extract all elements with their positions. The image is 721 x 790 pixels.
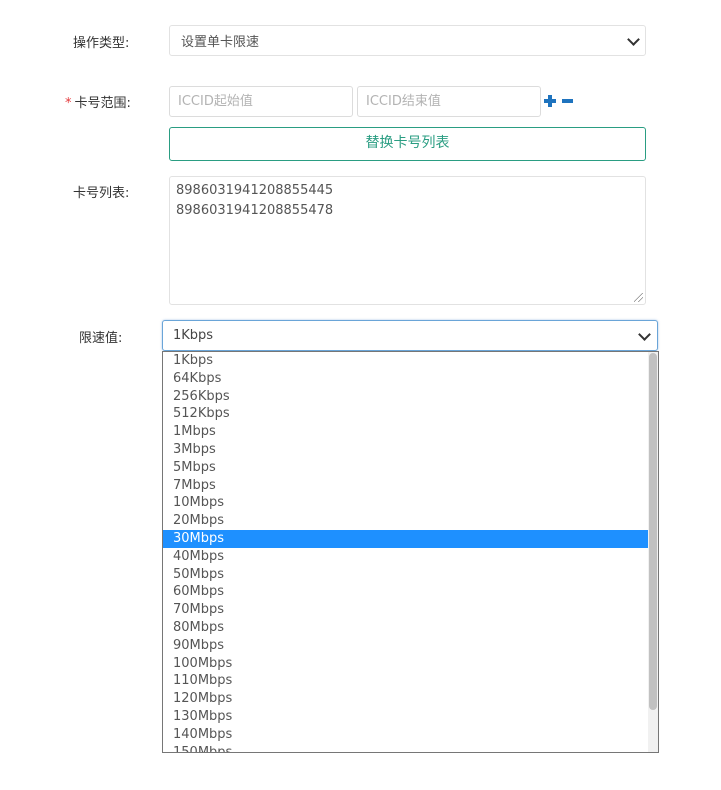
speed-limit-label: 限速值: xyxy=(79,331,123,346)
replace-card-list-button[interactable]: 替换卡号列表 xyxy=(169,127,646,161)
speed-limit-select[interactable]: 1Kbps xyxy=(162,320,658,351)
card-range-label-row: * 卡号范围: xyxy=(65,92,131,111)
speed-option[interactable]: 1Kbps xyxy=(163,352,649,370)
speed-option[interactable]: 30Mbps xyxy=(163,529,649,548)
limit-speed-form: 操作类型: 设置单卡限速 *卡号范围: 替换卡号列表 卡号列表: 8986031… xyxy=(0,0,721,790)
speed-options-list: 1Kbps 64Kbps 256Kbps 512Kbps 1Mbps 3Mbps 5Mbps… xyxy=(163,352,649,752)
required-mark: * xyxy=(65,96,72,111)
speed-option[interactable]: 150Mbps xyxy=(163,744,649,752)
speed-option[interactable]: 50Mbps xyxy=(163,566,649,584)
operation-type-label: 操作类型: xyxy=(73,36,130,51)
operation-type-select[interactable]: 设置单卡限速 xyxy=(169,25,646,56)
operation-type-value: 设置单卡限速 xyxy=(181,35,260,50)
minus-icon[interactable] xyxy=(562,95,574,107)
speed-option[interactable]: 90Mbps xyxy=(163,637,649,655)
speed-option[interactable]: 110Mbps xyxy=(163,672,649,690)
speed-option[interactable]: 5Mbps xyxy=(163,459,649,477)
speed-option[interactable]: 20Mbps xyxy=(163,512,649,530)
speed-option[interactable]: 3Mbps xyxy=(163,441,649,459)
speed-option[interactable]: 140Mbps xyxy=(163,726,649,744)
speed-option[interactable]: 7Mbps xyxy=(163,477,649,495)
speed-limit-value: 1Kbps xyxy=(173,328,214,343)
card-range-label: 卡号范围: xyxy=(74,96,131,111)
speed-option[interactable]: 70Mbps xyxy=(163,601,649,619)
plus-icon[interactable] xyxy=(544,95,556,107)
speed-option[interactable]: 512Kbps xyxy=(163,405,649,423)
speed-option[interactable]: 100Mbps xyxy=(163,655,649,673)
iccid-start-input[interactable] xyxy=(169,86,353,117)
card-list-line: 8986031941208855478 xyxy=(176,203,334,218)
speed-option[interactable]: 130Mbps xyxy=(163,708,649,726)
chevron-down-icon xyxy=(627,32,640,46)
speed-option[interactable]: 60Mbps xyxy=(163,583,649,601)
speed-option[interactable]: 40Mbps xyxy=(163,548,649,566)
card-list-label: 卡号列表: xyxy=(73,186,130,201)
scrollbar-thumb[interactable] xyxy=(649,353,657,710)
resize-grip-icon[interactable] xyxy=(634,293,643,302)
speed-option[interactable]: 1Mbps xyxy=(163,423,649,441)
speed-option[interactable]: 80Mbps xyxy=(163,619,649,637)
chevron-down-icon xyxy=(638,327,651,341)
speed-option[interactable]: 10Mbps xyxy=(163,494,649,512)
card-list-textarea[interactable]: 8986031941208855445 8986031941208855478 xyxy=(169,176,646,305)
iccid-end-input[interactable] xyxy=(357,86,541,117)
card-list-line: 8986031941208855445 xyxy=(176,183,334,198)
speed-limit-dropdown[interactable]: 1Kbps 64Kbps 256Kbps 512Kbps 1Mbps 3Mbps 5Mbps… xyxy=(162,351,659,753)
speed-option[interactable]: 256Kbps xyxy=(163,388,649,406)
speed-option[interactable]: 120Mbps xyxy=(163,690,649,708)
speed-option[interactable]: 64Kbps xyxy=(163,370,649,388)
dropdown-scrollbar[interactable] xyxy=(648,352,658,752)
